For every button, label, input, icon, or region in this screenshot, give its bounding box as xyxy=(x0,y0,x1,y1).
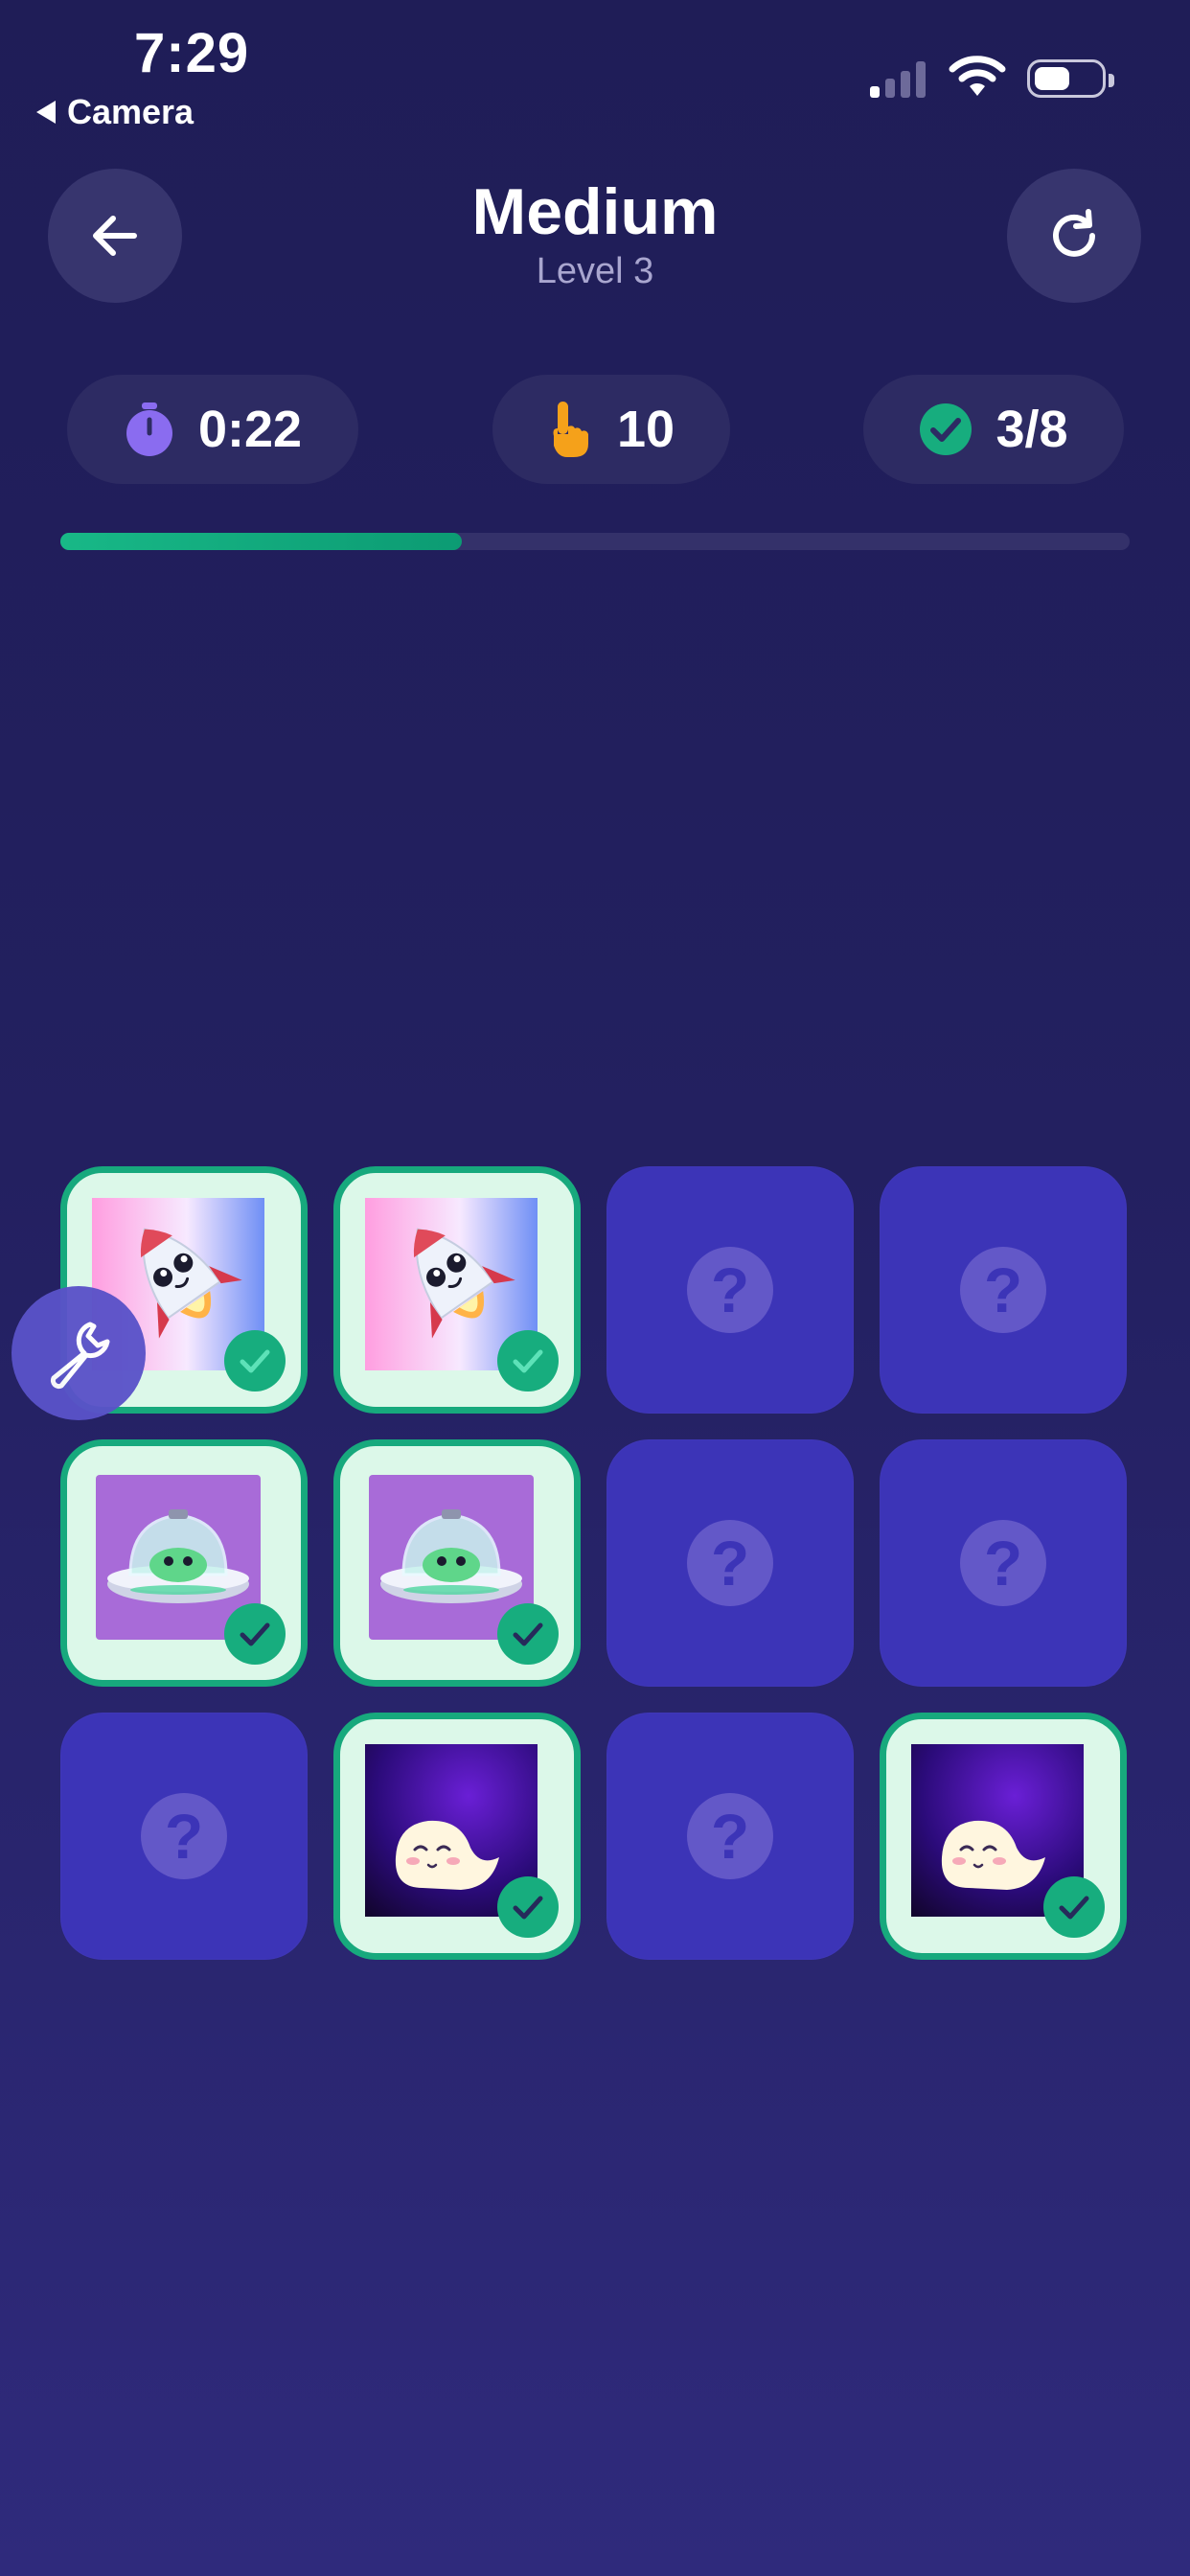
hidden-card[interactable]: ? xyxy=(606,1166,854,1414)
stopwatch-icon xyxy=(126,402,172,456)
matched-card-ghost[interactable] xyxy=(880,1713,1127,1960)
tools-button[interactable] xyxy=(11,1286,146,1420)
restart-button[interactable] xyxy=(1007,169,1141,303)
timer-stat: 0:22 xyxy=(67,375,358,484)
back-to-app-link[interactable]: Camera xyxy=(36,92,194,132)
matched-value: 3/8 xyxy=(995,401,1068,458)
pointing-hand-icon xyxy=(553,402,588,457)
battery-icon xyxy=(1027,59,1114,98)
question-mark-icon: ? xyxy=(687,1520,773,1606)
cellular-signal-icon xyxy=(870,58,931,98)
match-check-icon xyxy=(224,1330,286,1392)
back-app-label: Camera xyxy=(67,92,195,131)
matched-card-ufo[interactable] xyxy=(60,1439,308,1687)
matched-card-ufo[interactable] xyxy=(333,1439,581,1687)
back-triangle-icon xyxy=(36,101,56,124)
matched-stat: 3/8 xyxy=(863,375,1124,484)
question-mark-icon: ? xyxy=(960,1247,1046,1333)
match-check-icon xyxy=(497,1330,559,1392)
hidden-card[interactable]: ? xyxy=(880,1166,1127,1414)
wifi-icon xyxy=(949,56,1006,96)
moves-value: 10 xyxy=(616,401,675,458)
question-mark-icon: ? xyxy=(960,1520,1046,1606)
hidden-card[interactable]: ? xyxy=(606,1439,854,1687)
timer-value: 0:22 xyxy=(197,401,303,458)
moves-stat: 10 xyxy=(492,375,730,484)
progress-bar xyxy=(60,533,1130,550)
hidden-card[interactable]: ? xyxy=(606,1713,854,1960)
restart-icon xyxy=(1053,209,1095,257)
wrench-icon xyxy=(50,1322,110,1390)
hidden-card[interactable]: ? xyxy=(880,1439,1127,1687)
hidden-card[interactable]: ? xyxy=(60,1713,308,1960)
check-circle-icon xyxy=(920,403,973,455)
matched-card-ghost[interactable] xyxy=(333,1713,581,1960)
question-mark-icon: ? xyxy=(687,1247,773,1333)
status-time: 7:29 xyxy=(134,22,250,84)
matched-card-rocket[interactable] xyxy=(333,1166,581,1414)
question-mark-icon: ? xyxy=(141,1793,227,1879)
progress-fill xyxy=(60,533,462,550)
match-check-icon xyxy=(497,1876,559,1938)
question-mark-icon: ? xyxy=(687,1793,773,1879)
match-check-icon xyxy=(1043,1876,1105,1938)
match-check-icon xyxy=(497,1603,559,1665)
match-check-icon xyxy=(224,1603,286,1665)
